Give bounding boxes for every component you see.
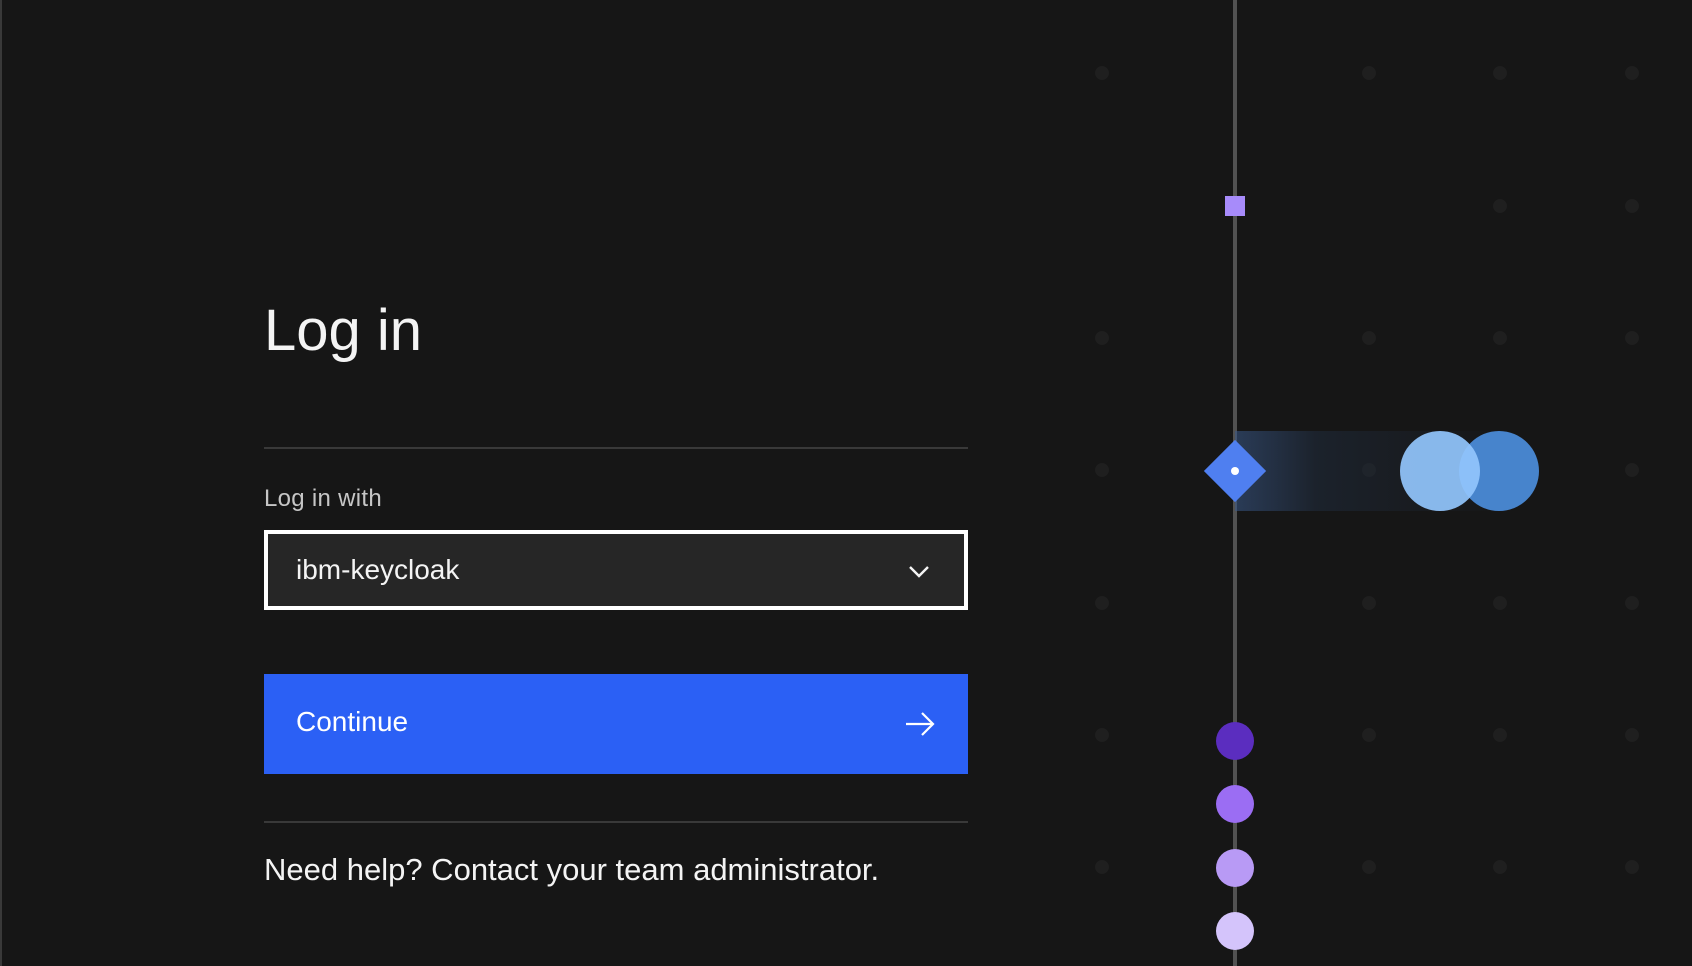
timeline-dot-1: [1216, 722, 1254, 760]
timeline-dot-4: [1216, 912, 1254, 950]
top-divider: [264, 447, 968, 449]
selected-provider: ibm-keycloak: [296, 554, 460, 585]
arrow-right-icon: [906, 712, 935, 736]
purple-square-node: [1225, 196, 1245, 216]
page-title: Log in: [264, 298, 423, 363]
diamond-center-dot: [1231, 467, 1239, 475]
chevron-down-icon: [909, 566, 929, 578]
login-panel: Log in Log in with ibm-keycloak Continue…: [264, 0, 968, 966]
login-page: Log in Log in with ibm-keycloak Continue…: [0, 0, 1692, 966]
continue-label: Continue: [296, 706, 409, 737]
bottom-divider: [264, 821, 968, 823]
decorative-illustration: [1012, 0, 1639, 966]
light-blue-circle: [1400, 431, 1480, 511]
login-method-label: Log in with: [264, 485, 383, 512]
continue-button[interactable]: Continue: [264, 674, 968, 774]
timeline-dot-2: [1216, 785, 1254, 823]
login-method-select[interactable]: ibm-keycloak: [264, 530, 968, 610]
help-text: Need help? Contact your team administrat…: [264, 852, 880, 887]
timeline-dot-3: [1216, 849, 1254, 887]
